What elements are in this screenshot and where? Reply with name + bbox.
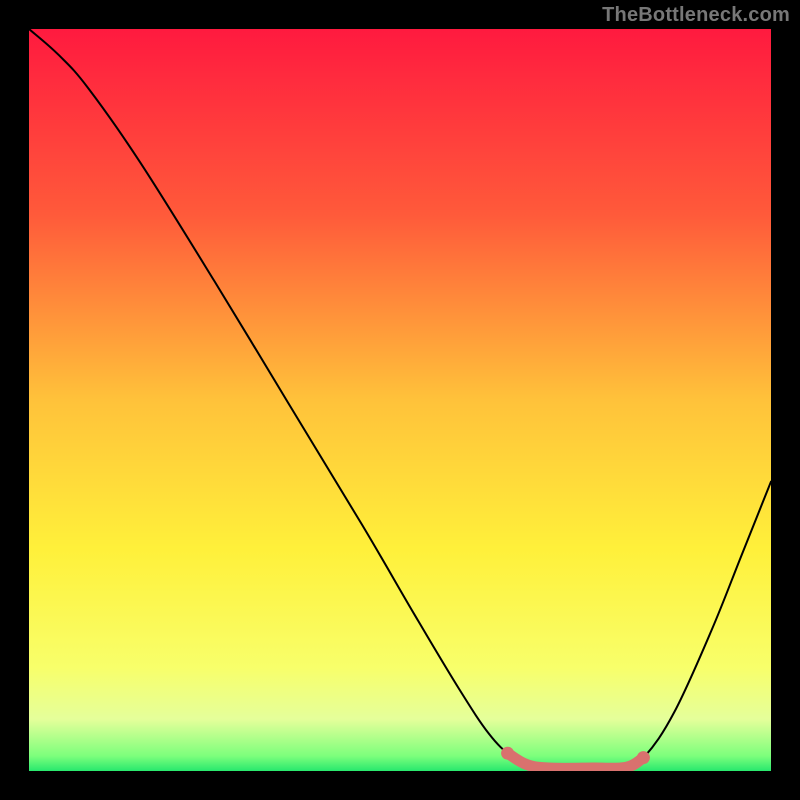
chart-outer: TheBottleneck.com bbox=[0, 0, 800, 800]
plot-area bbox=[29, 29, 771, 771]
highlight-endpoint-dot-0 bbox=[501, 747, 514, 760]
highlight-endpoint-dot-1 bbox=[637, 751, 650, 764]
watermark-text: TheBottleneck.com bbox=[602, 4, 790, 27]
chart-svg bbox=[29, 29, 771, 771]
chart-background bbox=[29, 29, 771, 771]
